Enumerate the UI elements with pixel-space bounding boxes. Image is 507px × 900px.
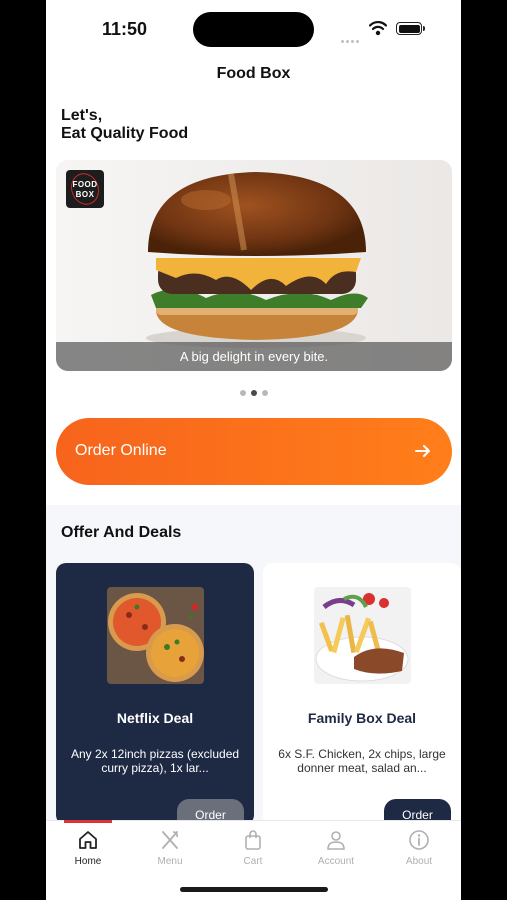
tab-about[interactable]: About bbox=[389, 829, 449, 867]
deal-description: 6x S.F. Chicken, 2x chips, large donner … bbox=[278, 747, 446, 775]
wifi-icon bbox=[369, 21, 387, 36]
deal-name: Netflix Deal bbox=[116, 710, 194, 726]
tab-cart[interactable]: Cart bbox=[223, 829, 283, 867]
tab-account[interactable]: Account bbox=[306, 829, 366, 867]
tab-label: Home bbox=[74, 856, 102, 867]
tab-active-indicator bbox=[64, 820, 112, 823]
carousel-dot[interactable] bbox=[262, 390, 268, 396]
fries-kebab-image bbox=[314, 587, 411, 684]
tab-menu[interactable]: Menu bbox=[140, 829, 200, 867]
tab-home[interactable]: Home bbox=[58, 829, 118, 867]
dynamic-island bbox=[193, 12, 314, 47]
deal-description: Any 2x 12inch pizzas (excluded curry piz… bbox=[70, 747, 240, 775]
promo-banner[interactable]: FOOD BOX A big delight in every bite. bbox=[56, 160, 452, 371]
carousel-dot-active[interactable] bbox=[251, 390, 257, 396]
page-title: Food Box bbox=[216, 65, 291, 82]
greeting-line-1: Let's, bbox=[61, 107, 103, 124]
tab-label: Menu bbox=[157, 856, 183, 867]
brand-logo-line-1: FOOD bbox=[72, 180, 98, 189]
order-online-label: Order Online bbox=[75, 442, 167, 459]
brand-logo-line-2: BOX bbox=[75, 190, 95, 199]
home-icon bbox=[79, 831, 97, 849]
banner-caption-bar: A big delight in every bite. bbox=[56, 342, 452, 371]
deal-name: Family Box Deal bbox=[307, 710, 417, 726]
carousel-dots bbox=[240, 383, 273, 401]
tab-label: Account bbox=[317, 856, 355, 867]
shopping-bag-icon bbox=[245, 830, 261, 850]
offers-title: Offer And Deals bbox=[61, 524, 182, 541]
battery-icon bbox=[396, 22, 425, 35]
cellular-signal-icon bbox=[341, 30, 363, 43]
utensils-icon bbox=[162, 831, 178, 849]
greeting: Let's, Eat Quality Food bbox=[61, 107, 188, 143]
greeting-line-2: Eat Quality Food bbox=[61, 125, 189, 142]
banner-caption: A big delight in every bite. bbox=[179, 349, 329, 364]
status-time: 11:50 bbox=[102, 19, 148, 39]
arrow-right-icon bbox=[415, 445, 430, 457]
tab-label: Cart bbox=[243, 856, 263, 867]
info-icon bbox=[409, 830, 429, 850]
pizza-image bbox=[107, 587, 204, 684]
deal-card-netflix[interactable]: Netflix Deal Any 2x 12inch pizzas (exclu… bbox=[56, 563, 254, 825]
brand-logo: FOOD BOX bbox=[66, 169, 104, 209]
user-icon bbox=[327, 831, 345, 850]
home-indicator[interactable] bbox=[180, 887, 328, 892]
app-screen: 11:50 Food Box Let's, Eat Quality Food F… bbox=[46, 0, 461, 900]
order-online-button[interactable]: Order Online bbox=[56, 418, 452, 485]
carousel-dot[interactable] bbox=[240, 390, 246, 396]
deal-card-family-box[interactable]: Family Box Deal 6x S.F. Chicken, 2x chip… bbox=[263, 563, 461, 825]
tab-label: About bbox=[405, 856, 433, 867]
burger-image bbox=[56, 160, 452, 371]
